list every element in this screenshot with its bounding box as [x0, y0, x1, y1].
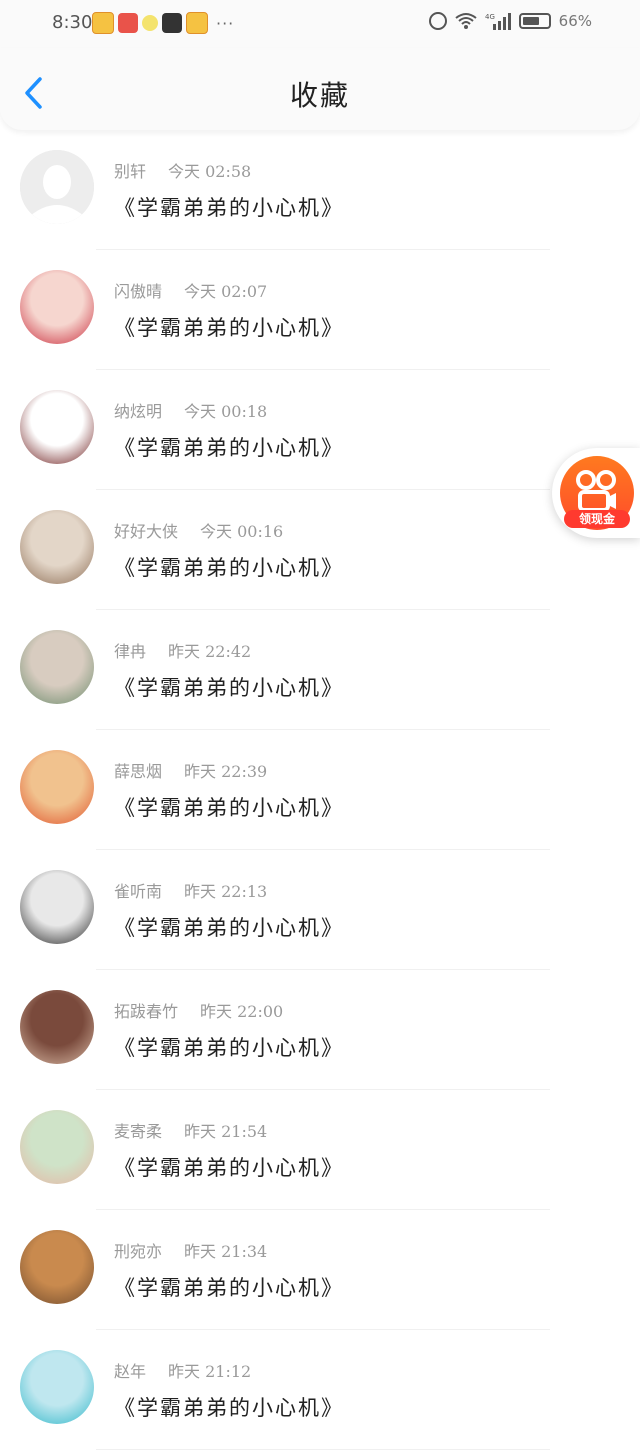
status-right: 4G 66% — [428, 12, 592, 30]
item-meta: 麦寄柔 昨天 21:54 — [114, 1118, 267, 1142]
book-title[interactable]: 《学霸弟弟的小心机》 — [114, 432, 344, 462]
favorite-item[interactable]: 薛思烟 昨天 22:39 《学霸弟弟的小心机》 — [0, 730, 640, 850]
item-meta: 拓跋春竹 昨天 22:00 — [114, 998, 283, 1022]
wifi-icon — [455, 13, 477, 29]
signal-icon: 4G — [485, 13, 511, 30]
book-title[interactable]: 《学霸弟弟的小心机》 — [114, 792, 344, 822]
game-icon — [162, 13, 182, 33]
avatar[interactable] — [20, 390, 94, 464]
favorite-item[interactable]: 好好大侠 今天 00:16 《学霸弟弟的小心机》 — [0, 490, 640, 610]
alarm-icon — [428, 12, 447, 30]
timestamp: 今天 00:16 — [200, 522, 284, 541]
book-title[interactable]: 《学霸弟弟的小心机》 — [114, 1032, 344, 1062]
avatar[interactable] — [20, 990, 94, 1064]
item-meta: 闪傲晴 今天 02:07 — [114, 278, 267, 302]
app-notification-icon — [118, 13, 138, 33]
battery-fill — [522, 17, 539, 25]
avatar[interactable] — [20, 270, 94, 344]
notification-icons: ··· — [92, 12, 234, 34]
user-name[interactable]: 闪傲晴 — [114, 282, 162, 301]
claim-cash-float-button[interactable]: 领现金 — [552, 448, 640, 538]
timestamp: 昨天 21:12 — [168, 1362, 252, 1381]
avatar[interactable] — [20, 1230, 94, 1304]
timestamp: 昨天 22:00 — [200, 1002, 284, 1021]
timestamp: 今天 00:18 — [184, 402, 268, 421]
avatar[interactable] — [20, 1350, 94, 1424]
book-title[interactable]: 《学霸弟弟的小心机》 — [114, 552, 344, 582]
item-meta: 雀听南 昨天 22:13 — [114, 878, 267, 902]
user-name[interactable]: 刑宛亦 — [114, 1242, 162, 1261]
network-type: 4G — [485, 13, 495, 21]
timestamp: 昨天 21:54 — [184, 1122, 268, 1141]
favorite-item[interactable]: 拓跋春竹 昨天 22:00 《学霸弟弟的小心机》 — [0, 970, 640, 1090]
page-title: 收藏 — [289, 79, 350, 112]
item-meta: 刑宛亦 昨天 21:34 — [114, 1238, 267, 1262]
battery-icon — [518, 13, 551, 29]
avatar[interactable] — [20, 750, 94, 824]
more-notifications-icon: ··· — [216, 13, 235, 33]
user-name[interactable]: 薛思烟 — [114, 762, 162, 781]
book-title[interactable]: 《学霸弟弟的小心机》 — [114, 192, 344, 222]
book-title[interactable]: 《学霸弟弟的小心机》 — [114, 1152, 344, 1182]
item-meta: 好好大侠 今天 00:16 — [114, 518, 283, 542]
favorite-item[interactable]: 别轩 今天 02:58 《学霸弟弟的小心机》 — [0, 130, 640, 250]
book-title[interactable]: 《学霸弟弟的小心机》 — [114, 672, 344, 702]
face-icon — [142, 15, 158, 31]
user-name[interactable]: 雀听南 — [114, 882, 162, 901]
timestamp: 昨天 22:13 — [184, 882, 268, 901]
user-name[interactable]: 麦寄柔 — [114, 1122, 162, 1141]
user-name[interactable]: 拓跋春竹 — [114, 1002, 178, 1021]
item-meta: 赵年 昨天 21:12 — [114, 1358, 251, 1382]
item-meta: 别轩 今天 02:58 — [114, 158, 251, 182]
avatar[interactable] — [20, 1110, 94, 1184]
avatar[interactable] — [20, 630, 94, 704]
timestamp: 今天 02:58 — [168, 162, 252, 181]
avatar[interactable] — [20, 150, 94, 224]
timestamp: 今天 02:07 — [184, 282, 268, 301]
favorite-item[interactable]: 刑宛亦 昨天 21:34 《学霸弟弟的小心机》 — [0, 1210, 640, 1330]
item-meta: 薛思烟 昨天 22:39 — [114, 758, 267, 782]
weibo-icon — [186, 12, 208, 34]
header-bar: 收藏 — [0, 48, 640, 130]
book-title[interactable]: 《学霸弟弟的小心机》 — [114, 1272, 344, 1302]
user-name[interactable]: 好好大侠 — [114, 522, 178, 541]
item-meta: 律冉 昨天 22:42 — [114, 638, 251, 662]
book-title[interactable]: 《学霸弟弟的小心机》 — [114, 912, 344, 942]
avatar[interactable] — [20, 510, 94, 584]
claim-cash-label: 领现金 — [564, 510, 630, 528]
book-title[interactable]: 《学霸弟弟的小心机》 — [114, 1392, 344, 1422]
weibo-icon — [92, 12, 114, 34]
avatar[interactable] — [20, 870, 94, 944]
user-name[interactable]: 赵年 — [114, 1362, 146, 1381]
favorite-item[interactable]: 闪傲晴 今天 02:07 《学霸弟弟的小心机》 — [0, 250, 640, 370]
favorite-item[interactable]: 律冉 昨天 22:42 《学霸弟弟的小心机》 — [0, 610, 640, 730]
favorite-item[interactable]: 纳炫明 今天 00:18 《学霸弟弟的小心机》 — [0, 370, 640, 490]
favorites-list: 别轩 今天 02:58 《学霸弟弟的小心机》 闪傲晴 今天 02:07 《学霸弟弟的小心机… — [0, 130, 640, 1450]
user-name[interactable]: 纳炫明 — [114, 402, 162, 421]
favorite-item[interactable]: 雀听南 昨天 22:13 《学霸弟弟的小心机》 — [0, 850, 640, 970]
user-name[interactable]: 别轩 — [114, 162, 146, 181]
timestamp: 昨天 22:39 — [184, 762, 268, 781]
battery-percent: 66% — [558, 12, 592, 30]
status-bar: 8:30 ··· 4G 66% — [0, 0, 640, 48]
favorite-item[interactable]: 赵年 昨天 21:12 《学霸弟弟的小心机》 — [0, 1330, 640, 1450]
favorite-item[interactable]: 麦寄柔 昨天 21:54 《学霸弟弟的小心机》 — [0, 1090, 640, 1210]
book-title[interactable]: 《学霸弟弟的小心机》 — [114, 312, 344, 342]
item-meta: 纳炫明 今天 00:18 — [114, 398, 267, 422]
status-time: 8:30 — [52, 12, 93, 33]
timestamp: 昨天 21:34 — [184, 1242, 268, 1261]
user-name[interactable]: 律冉 — [114, 642, 146, 661]
timestamp: 昨天 22:42 — [168, 642, 252, 661]
